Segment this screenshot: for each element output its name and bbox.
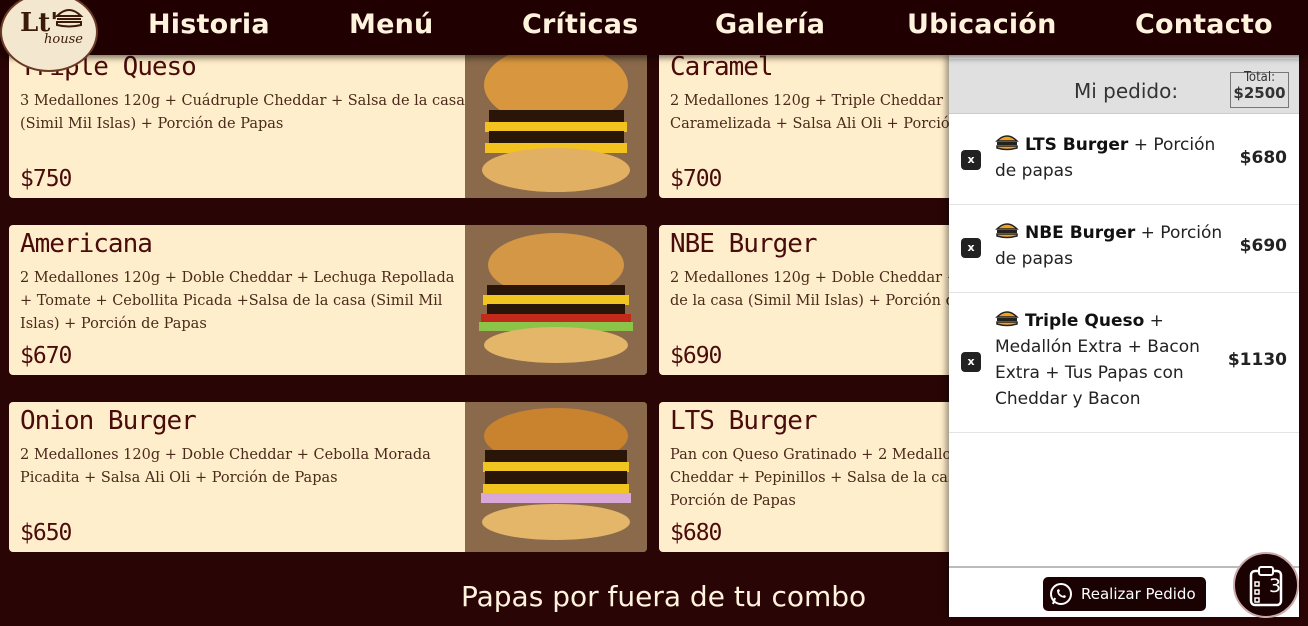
nav-menu[interactable]: Menú	[349, 9, 433, 40]
card-price: $700	[670, 166, 722, 192]
total-label: Total:	[1243, 70, 1276, 85]
card-title: Americana	[20, 229, 153, 259]
top-nav: Historia Menú Críticas Galería Ubicación…	[0, 0, 1308, 55]
menu-card[interactable]: Onion Burger 2 Medallones 120g + Doble C…	[9, 402, 647, 552]
card-description: 3 Medallones 120g + Cuádruple Cheddar + …	[20, 93, 465, 132]
nav-criticas[interactable]: Críticas	[522, 9, 638, 40]
order-item: x Triple Queso + Medallón Extra + Bacon …	[949, 293, 1299, 433]
total-box: Total: $2500	[1230, 70, 1289, 108]
card-price: $690	[670, 343, 722, 369]
burger-photo	[465, 225, 647, 375]
nav-historia[interactable]: Historia	[148, 9, 270, 40]
order-toggle-button[interactable]: 3	[1233, 552, 1299, 618]
remove-item-button[interactable]: x	[961, 352, 981, 372]
burger-icon	[995, 311, 1019, 327]
order-header: Mi pedido: Total: $2500	[949, 59, 1299, 114]
card-title: LTS Burger	[670, 406, 818, 436]
remove-item-button[interactable]: x	[961, 150, 981, 170]
burger-photo	[465, 402, 647, 552]
menu-card[interactable]: Caramel 2 Medallones 120g + Triple Chedd…	[659, 30, 959, 198]
order-item-text: NBE Burger + Porción de papas	[995, 220, 1225, 272]
logo-subtext: house	[44, 32, 83, 47]
menu-card[interactable]: NBE Burger 2 Medallones 120g + Doble Che…	[659, 225, 959, 375]
order-item-name: Triple Queso	[1025, 311, 1145, 331]
order-item: x LTS Burger + Porción de papas $680	[949, 115, 1299, 205]
burger-icon	[995, 223, 1019, 239]
nav-ubicacion[interactable]: Ubicación	[907, 9, 1057, 40]
card-description: 2 Medallones 120g + Doble Cheddar + Pepi…	[670, 270, 959, 309]
nav-galeria[interactable]: Galería	[715, 9, 825, 40]
card-price: $680	[670, 520, 722, 546]
burger-logo-icon	[54, 9, 84, 28]
nav-contacto[interactable]: Contacto	[1135, 9, 1273, 40]
remove-item-button[interactable]: x	[961, 238, 981, 258]
card-title: Caramel	[670, 52, 774, 82]
place-order-button[interactable]: Realizar Pedido	[1043, 577, 1206, 611]
order-item-price: $680	[1239, 148, 1287, 168]
total-value: $2500	[1233, 84, 1286, 102]
burger-icon	[995, 135, 1019, 151]
card-description: Pan con Queso Gratinado + 2 Medallones 1…	[670, 447, 959, 509]
card-title: Onion Burger	[20, 406, 197, 436]
place-order-label: Realizar Pedido	[1081, 585, 1196, 603]
clipboard-icon	[1249, 566, 1283, 607]
section-title: Papas por fuera de tu combo	[461, 580, 867, 613]
card-price: $650	[20, 520, 72, 546]
card-price: $670	[20, 343, 72, 369]
order-title: Mi pedido:	[1074, 79, 1179, 103]
order-panel: Mi pedido: Total: $2500 x LTS Burger + P…	[949, 55, 1299, 617]
order-count-badge: 3	[1269, 575, 1282, 597]
whatsapp-icon	[1050, 583, 1072, 605]
menu-card[interactable]: Triple Queso 3 Medallones 120g + Cuádrup…	[9, 30, 647, 198]
card-description: 2 Medallones 120g + Triple Cheddar + Ceb…	[670, 93, 959, 132]
order-item-name: NBE Burger	[1025, 223, 1136, 243]
order-item-price: $1130	[1227, 350, 1287, 370]
order-item-text: Triple Queso + Medallón Extra + Bacon Ex…	[995, 308, 1225, 412]
card-price: $750	[20, 166, 72, 192]
order-item-name: LTS Burger	[1025, 135, 1129, 155]
order-item: x NBE Burger + Porción de papas $690	[949, 205, 1299, 293]
card-description: 2 Medallones 120g + Doble Cheddar + Lech…	[20, 270, 455, 332]
burger-photo	[465, 30, 647, 198]
menu-card[interactable]: LTS Burger Pan con Queso Gratinado + 2 M…	[659, 402, 959, 552]
order-item-price: $690	[1239, 236, 1287, 256]
card-description: 2 Medallones 120g + Doble Cheddar + Cebo…	[20, 447, 431, 486]
menu-card[interactable]: Americana 2 Medallones 120g + Doble Ched…	[9, 225, 647, 375]
page: Historia Menú Críticas Galería Ubicación…	[0, 0, 1308, 626]
card-title: NBE Burger	[670, 229, 818, 259]
order-item-text: LTS Burger + Porción de papas	[995, 132, 1225, 184]
